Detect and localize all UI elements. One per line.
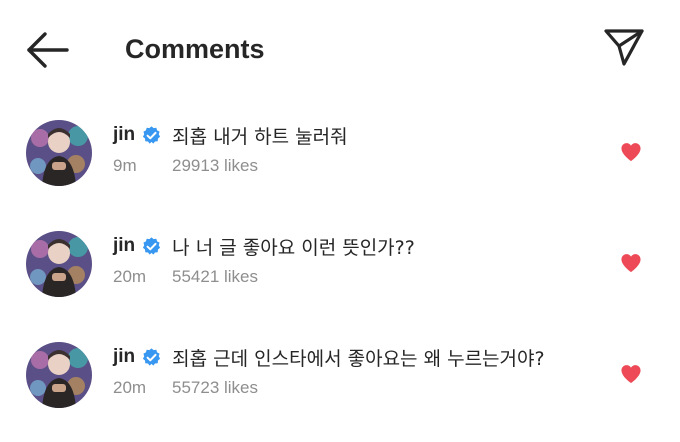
like-button[interactable] (620, 253, 642, 273)
comment-line: jin 죄홉 내거 하트 눌러줘 (113, 120, 348, 150)
likes-count[interactable]: 29913 likes (172, 156, 258, 176)
comments-header: Comments (0, 0, 680, 100)
verified-badge-icon (141, 236, 162, 257)
avatar[interactable] (26, 342, 92, 408)
username[interactable]: jin (113, 346, 135, 368)
comment-timestamp: 9m (113, 156, 137, 175)
comment-item: jin 나 너 글 좋아요 이런 뜻인가?? 20m 55421 likes (0, 231, 680, 331)
avatar[interactable] (26, 231, 92, 297)
paper-plane-icon (604, 29, 644, 66)
comment-text: 죄홉 근데 인스타에서 좋아요는 왜 누르는거야? (172, 347, 545, 370)
comment-timestamp: 20m (113, 267, 147, 286)
profile-photo-icon (26, 342, 92, 408)
username[interactable]: jin (113, 235, 135, 257)
avatar[interactable] (26, 120, 92, 186)
heart-filled-icon (621, 365, 641, 384)
heart-filled-icon (621, 143, 641, 162)
page-title: Comments (125, 34, 265, 64)
like-button[interactable] (620, 142, 642, 162)
verified-badge-icon (141, 125, 162, 146)
profile-photo-icon (26, 231, 92, 297)
profile-photo-icon (26, 120, 92, 186)
comment-timestamp: 20m (113, 378, 147, 397)
comment-item: jin 죄홉 내거 하트 눌러줘 9m 29913 likes (0, 120, 680, 220)
like-button[interactable] (620, 364, 642, 384)
back-button[interactable] (24, 30, 70, 70)
share-button[interactable] (602, 27, 646, 67)
comment-line: jin 죄홉 근데 인스타에서 좋아요는 왜 누르는거야? (113, 342, 545, 372)
verified-badge-icon (141, 347, 162, 368)
username[interactable]: jin (113, 124, 135, 146)
likes-count[interactable]: 55723 likes (172, 378, 258, 398)
comment-text: 죄홉 내거 하트 눌러줘 (172, 125, 348, 148)
arrow-left-icon (27, 32, 69, 68)
likes-count[interactable]: 55421 likes (172, 267, 258, 287)
comment-text: 나 너 글 좋아요 이런 뜻인가?? (172, 236, 415, 259)
comment-item: jin 죄홉 근데 인스타에서 좋아요는 왜 누르는거야? 20m 55723 … (0, 342, 680, 442)
comment-line: jin 나 너 글 좋아요 이런 뜻인가?? (113, 231, 415, 261)
heart-filled-icon (621, 254, 641, 273)
